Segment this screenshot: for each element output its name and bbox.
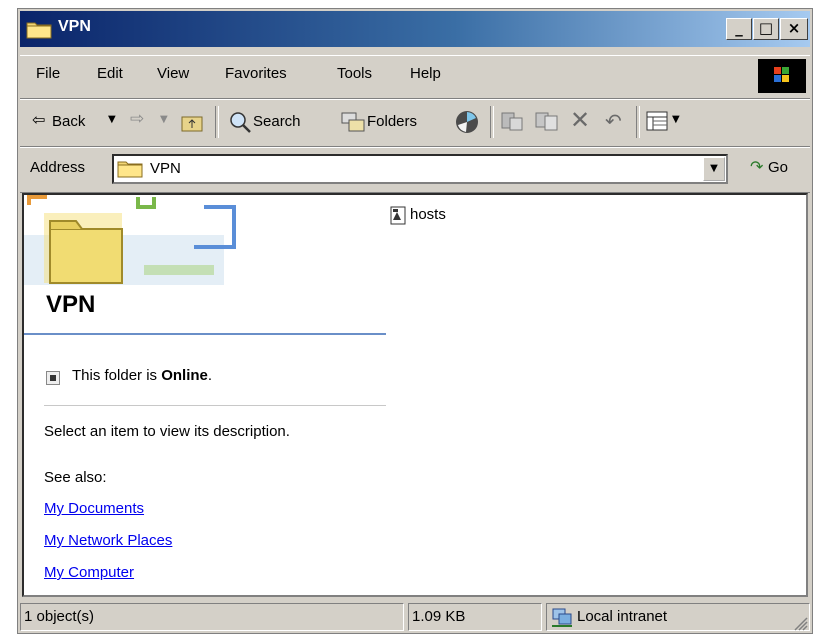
title-divider <box>24 333 386 335</box>
forward-dropdown-icon[interactable]: ▼ <box>160 114 168 125</box>
standard-toolbar: ⇦ Back ▼ ⇨ ▼ Search Folders ✕ ↶ ▼ <box>20 99 810 147</box>
close-button[interactable]: × <box>780 18 808 40</box>
link-my-computer[interactable]: My Computer <box>44 564 134 581</box>
move-to-icon[interactable] <box>500 110 526 134</box>
menu-view[interactable]: View <box>157 65 189 82</box>
explorer-window: VPN _ □ × File Edit View Favorites Tools… <box>17 8 813 634</box>
status-object-count: 1 object(s) <box>20 603 404 631</box>
local-intranet-icon <box>552 608 572 627</box>
views-icon[interactable] <box>646 111 670 133</box>
up-folder-icon[interactable] <box>180 111 204 133</box>
address-bar: Address VPN ▼ ↷ Go <box>20 147 810 193</box>
history-icon[interactable] <box>454 109 480 135</box>
description-text: Select an item to view its description. <box>44 423 290 440</box>
online-status-icon <box>46 371 60 385</box>
see-also-label: See also: <box>44 469 107 486</box>
copy-to-icon[interactable] <box>534 110 560 134</box>
folder-icon <box>117 161 143 178</box>
window-title: VPN <box>58 18 91 35</box>
address-label: Address <box>30 159 86 176</box>
delete-icon[interactable]: ✕ <box>570 106 590 134</box>
status-size: 1.09 KB <box>408 603 542 631</box>
status-zone: Local intranet <box>546 603 810 631</box>
back-arrow-icon: ⇦ <box>32 110 46 129</box>
folder-banner-graphic <box>24 195 236 285</box>
title-bar[interactable]: VPN _ □ × <box>20 11 810 47</box>
maximize-button[interactable]: □ <box>753 18 779 40</box>
address-value: VPN <box>150 160 181 177</box>
online-status-text: This folder is Online. <box>72 367 213 384</box>
address-dropdown-button[interactable]: ▼ <box>703 157 725 181</box>
minimize-button[interactable]: _ <box>726 18 752 40</box>
views-dropdown-icon[interactable]: ▼ <box>672 114 680 125</box>
forward-button[interactable]: ⇨ <box>130 109 144 129</box>
back-button[interactable]: Back <box>52 113 85 130</box>
back-dropdown-icon[interactable]: ▼ <box>108 114 116 125</box>
menu-tools[interactable]: Tools <box>337 65 372 82</box>
resize-grip-icon[interactable] <box>792 615 808 631</box>
search-button[interactable]: Search <box>253 113 301 130</box>
menu-help[interactable]: Help <box>410 65 441 82</box>
menu-favorites[interactable]: Favorites <box>225 65 287 82</box>
folder-view: VPN This folder is Online. Select an ite… <box>22 193 808 597</box>
text-file-icon <box>390 206 406 225</box>
address-input[interactable]: VPN ▼ <box>112 154 728 184</box>
menu-bar: File Edit View Favorites Tools Help <box>20 55 810 99</box>
go-arrow-icon: ↷ <box>750 157 764 176</box>
toolbar-separator <box>215 106 219 138</box>
windows-logo-icon <box>758 59 806 93</box>
file-name: hosts <box>410 206 446 223</box>
toolbar-separator <box>490 106 494 138</box>
file-item[interactable]: hosts <box>390 205 490 227</box>
menu-edit[interactable]: Edit <box>97 65 123 82</box>
link-my-documents[interactable]: My Documents <box>44 500 144 517</box>
section-divider <box>44 405 386 406</box>
go-button[interactable]: Go <box>768 159 788 176</box>
folder-title: VPN <box>46 291 96 318</box>
folders-icon <box>341 112 365 132</box>
folders-button[interactable]: Folders <box>367 113 417 130</box>
toolbar-separator <box>636 106 640 138</box>
status-bar: 1 object(s) 1.09 KB Local intranet <box>20 601 810 633</box>
search-icon <box>230 112 251 133</box>
menu-file[interactable]: File <box>36 65 60 82</box>
link-my-network-places[interactable]: My Network Places <box>44 532 172 549</box>
undo-icon[interactable]: ↶ <box>605 109 622 133</box>
folder-icon <box>26 22 52 39</box>
